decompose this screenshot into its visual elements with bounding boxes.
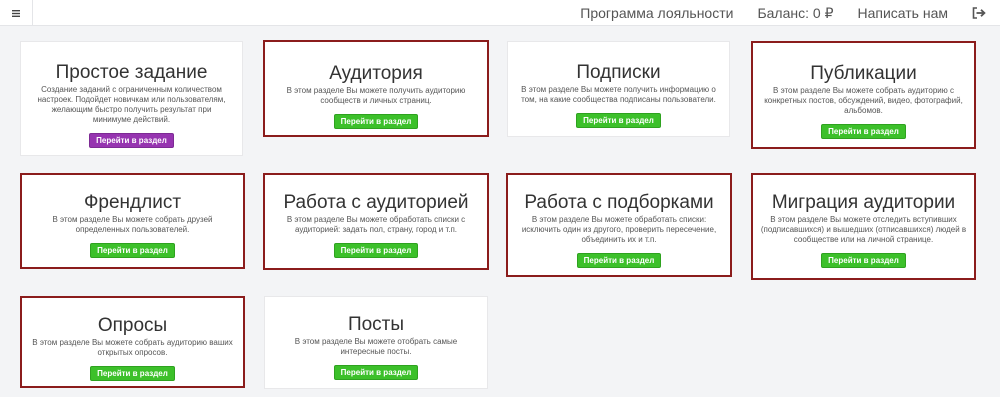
card-title: Посты [347, 314, 405, 335]
card-title: Публикации [810, 63, 917, 84]
contact-us-link[interactable]: Написать нам [857, 5, 948, 21]
card-polls: Опросы В этом разделе Вы можете собрать … [20, 296, 245, 388]
card-simple-task: Простое задание Создание заданий с огран… [20, 41, 243, 156]
card-description: В этом разделе Вы можете отобрать самые … [294, 337, 458, 356]
card-description: В этом разделе Вы можете обработать спис… [286, 215, 466, 234]
sign-out-icon [972, 7, 986, 19]
go-to-section-button[interactable]: Перейти в раздел [90, 243, 175, 258]
top-navigation: Программа лояльности Баланс: 0 ₽ Написат… [580, 0, 1000, 26]
card-audience-work: Работа с аудиторией В этом разделе Вы мо… [263, 173, 489, 270]
card-subscriptions: Подписки В этом разделе Вы можете получи… [507, 41, 730, 137]
card-audience: Аудитория В этом разделе Вы можете получ… [263, 40, 489, 137]
card-description: В этом разделе Вы можете получить информ… [521, 85, 716, 104]
card-publications: Публикации В этом разделе Вы можете собр… [751, 41, 976, 149]
go-to-section-button[interactable]: Перейти в раздел [90, 366, 175, 381]
logout-button[interactable] [972, 7, 986, 19]
card-title: Работа с подборками [524, 192, 714, 213]
go-to-section-button[interactable]: Перейти в раздел [576, 253, 662, 268]
card-friendlist: Френдлист В этом разделе Вы можете собра… [20, 173, 245, 269]
card-description: В этом разделе Вы можете обработать спис… [521, 215, 717, 244]
balance-link[interactable]: Баланс: 0 ₽ [757, 5, 833, 22]
card-description: В этом разделе Вы можете собрать аудитор… [764, 86, 963, 115]
card-title: Миграция аудитории [771, 192, 956, 213]
card-posts: Посты В этом разделе Вы можете отобрать … [264, 296, 488, 389]
card-description: В этом разделе Вы можете отследить вступ… [760, 215, 967, 244]
go-to-section-button[interactable]: Перейти в раздел [821, 124, 906, 139]
hamburger-menu-button[interactable] [0, 0, 33, 26]
card-migration: Миграция аудитории В этом разделе Вы мож… [751, 173, 976, 280]
go-to-section-button[interactable]: Перейти в раздел [821, 253, 906, 268]
card-collections: Работа с подборками В этом разделе Вы мо… [506, 173, 732, 277]
card-title: Френдлист [83, 192, 182, 213]
go-to-section-button[interactable]: Перейти в раздел [89, 133, 174, 148]
loyalty-program-link[interactable]: Программа лояльности [580, 5, 733, 21]
card-description: В этом разделе Вы можете собрать аудитор… [32, 338, 233, 357]
go-to-section-button[interactable]: Перейти в раздел [333, 114, 419, 129]
card-description: Создание заданий с ограниченным количест… [37, 85, 226, 124]
go-to-section-button[interactable]: Перейти в раздел [333, 243, 419, 258]
card-description: В этом разделе Вы можете собрать друзей … [52, 215, 213, 234]
top-bar: Программа лояльности Баланс: 0 ₽ Написат… [0, 0, 1000, 26]
card-title: Простое задание [55, 62, 208, 83]
card-title: Аудитория [329, 63, 423, 84]
go-to-section-button[interactable]: Перейти в раздел [333, 365, 419, 380]
hamburger-icon [12, 9, 20, 17]
card-description: В этом разделе Вы можете получить аудито… [286, 86, 466, 105]
go-to-section-button[interactable]: Перейти в раздел [576, 113, 661, 128]
card-title: Подписки [576, 62, 661, 83]
card-title: Работа с аудиторией [283, 192, 469, 213]
card-title: Опросы [97, 315, 168, 336]
